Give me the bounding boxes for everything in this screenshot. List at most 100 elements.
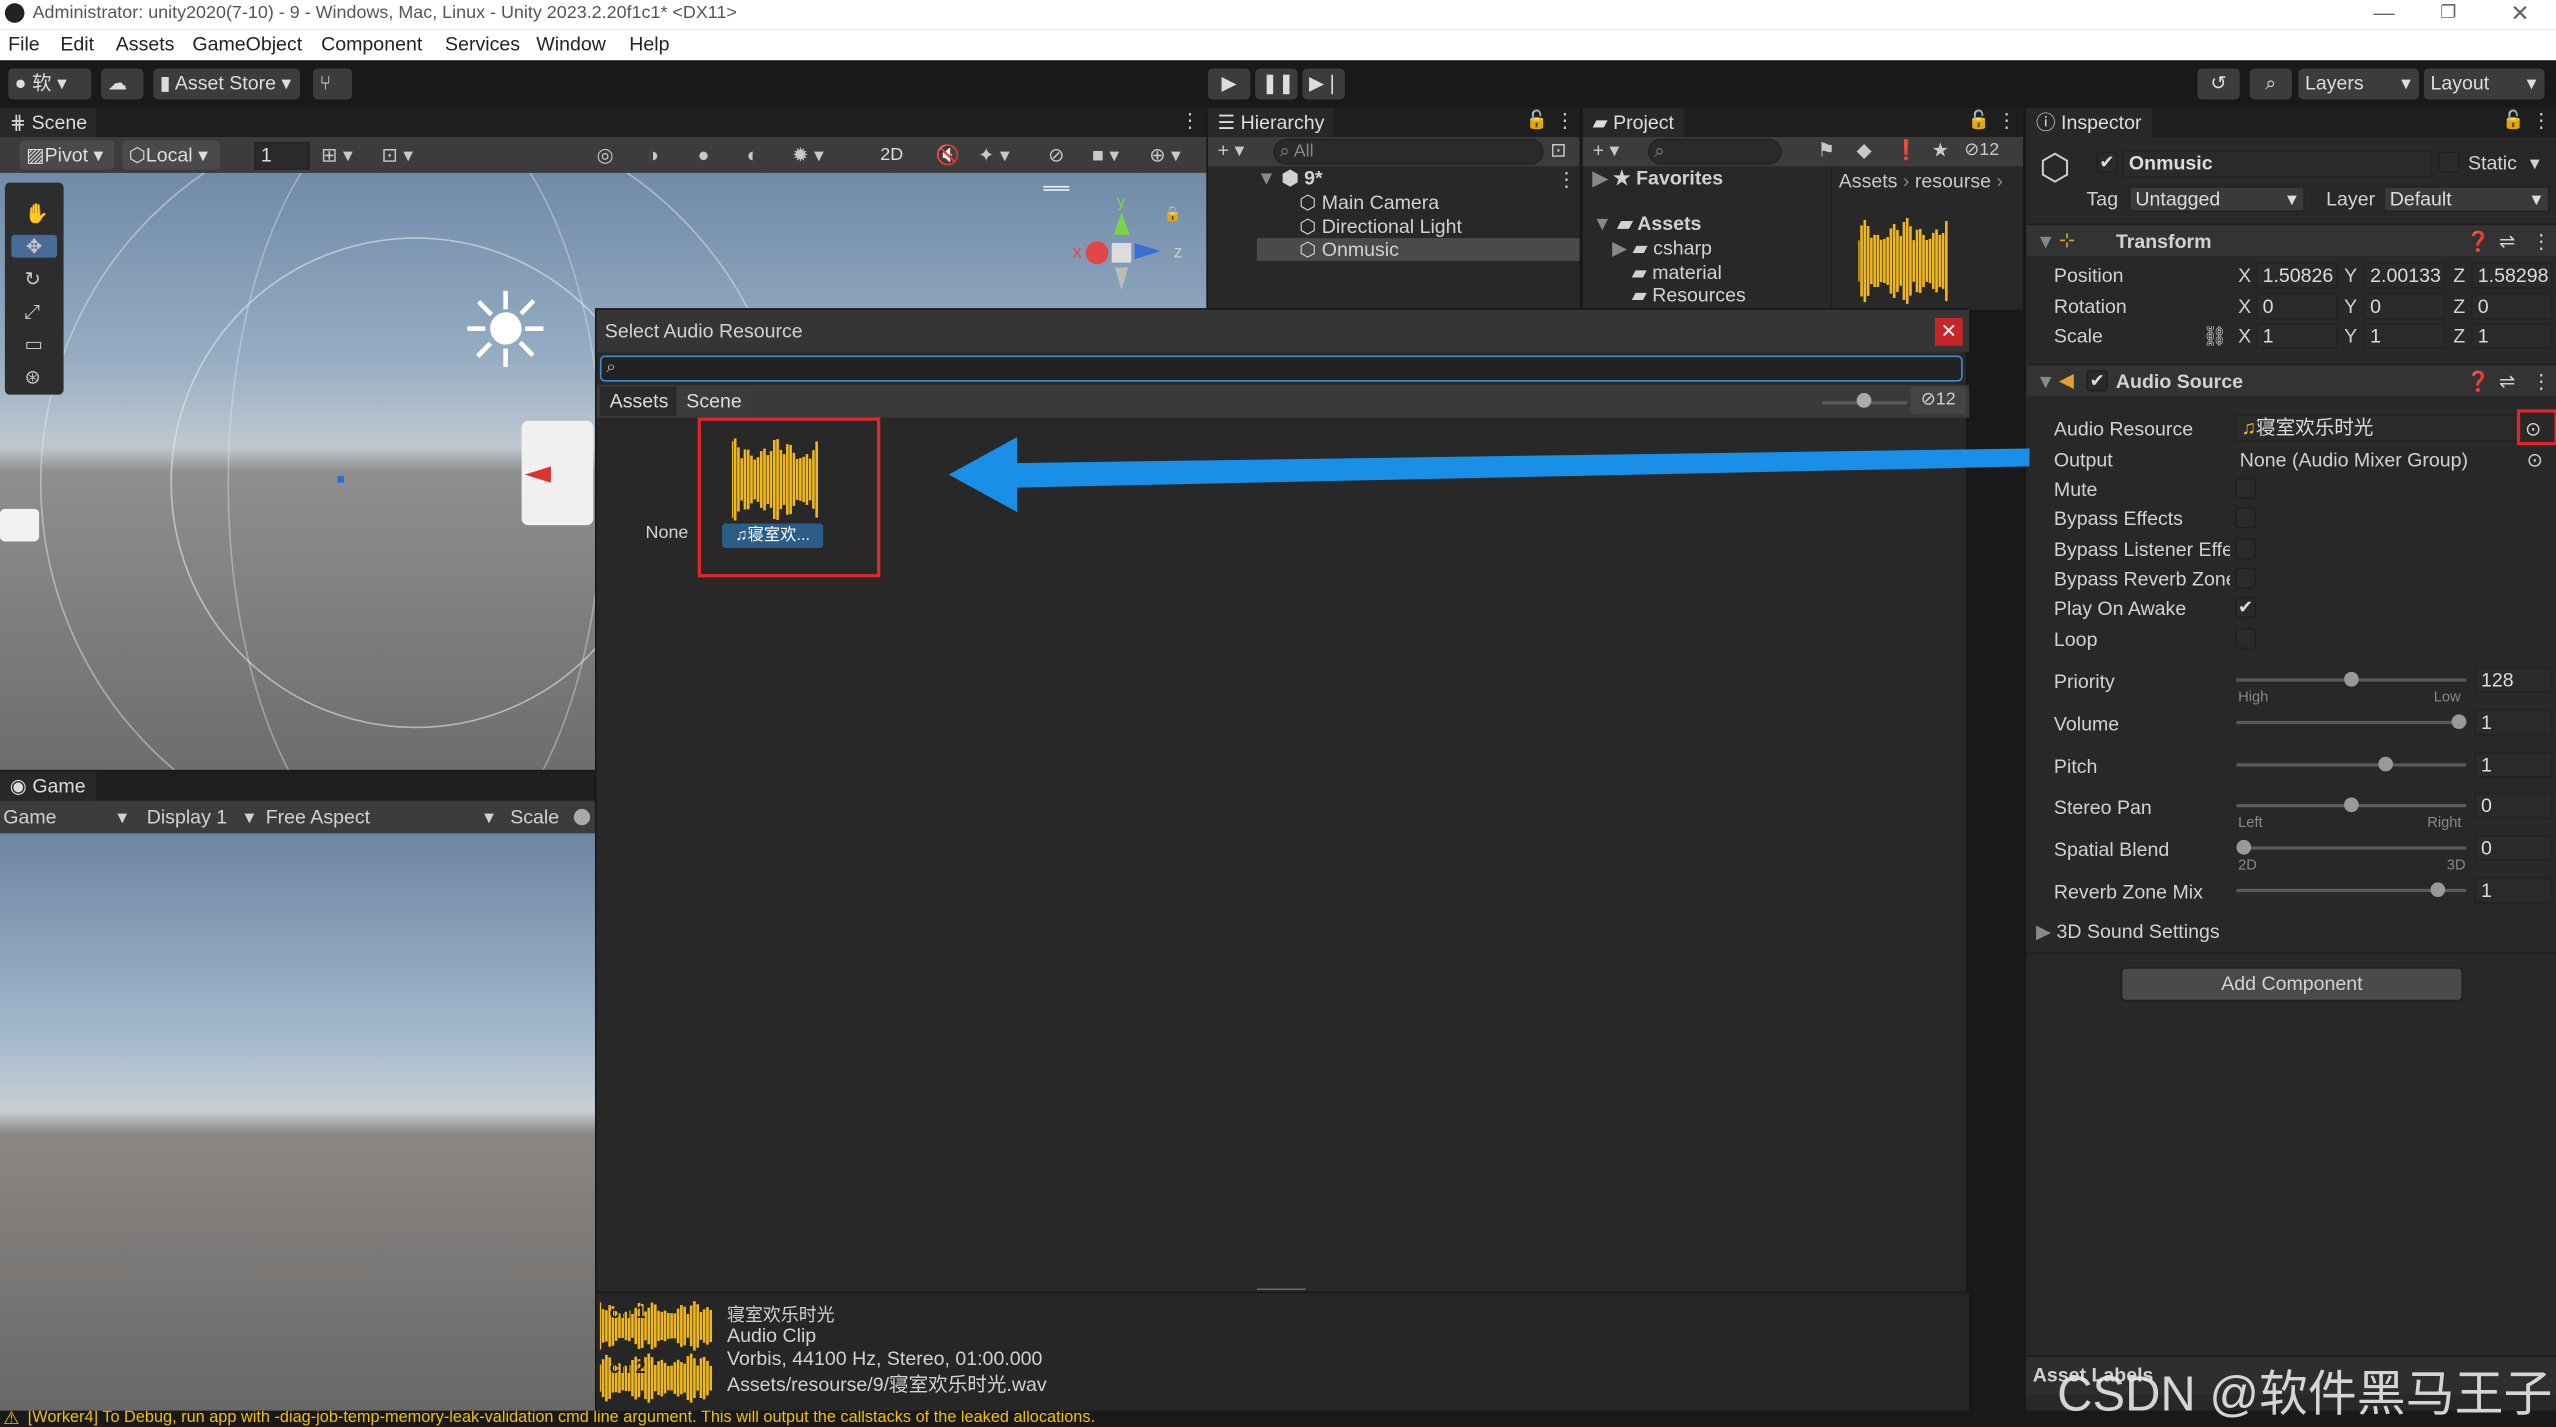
bypass-listener-checkbox[interactable] [2234, 538, 2257, 560]
transform-header[interactable]: ▼ ⊹ Transform ❓ ⇌ ⋮ [2026, 223, 2556, 257]
add-component-button[interactable]: Add Component [2120, 967, 2464, 1002]
project-lock-icon[interactable]: 🔓 [1968, 109, 1990, 131]
priority-slider-knob[interactable] [2344, 671, 2359, 687]
game-viewport[interactable] [0, 833, 595, 1411]
icon-size-knob[interactable] [1856, 393, 1872, 408]
tab-scene[interactable]: ⋕ Scene [0, 107, 97, 137]
scale-z-field[interactable]: 1 [2471, 322, 2553, 350]
gizmo-y-axis-icon[interactable] [1113, 212, 1130, 235]
audio-toggle-icon[interactable]: 🔇 [936, 144, 960, 167]
folder-resources[interactable]: ▰ Resources [1632, 284, 1746, 307]
scale-slider-knob[interactable] [573, 808, 591, 826]
aspect-dropdown[interactable]: Free Aspect ▾ [266, 806, 494, 829]
project-menu-icon[interactable]: ⋮ [1997, 109, 2017, 132]
output-field[interactable]: None (Audio Mixer Group) [2240, 448, 2468, 471]
scale-x-field[interactable]: 1 [2256, 322, 2338, 350]
volume-field[interactable]: 1 [2474, 709, 2553, 736]
menu-window[interactable]: Window [536, 33, 606, 56]
menu-services[interactable]: Services [445, 33, 520, 56]
tag-dropdown[interactable]: Untagged ▾ [2128, 185, 2305, 213]
pitch-field[interactable]: 1 [2474, 751, 2553, 778]
active-checkbox[interactable]: ✔ [2096, 151, 2118, 173]
breadcrumb-resourse[interactable]: resourse [1915, 170, 1991, 193]
local-dropdown[interactable]: ⬡Local ▾ [122, 140, 221, 170]
hierarchy-add-icon[interactable]: + ▾ [1218, 139, 1245, 162]
audio-source-enabled-checkbox[interactable]: ✔ [2086, 370, 2108, 392]
position-y-field[interactable]: 2.00133 [2363, 262, 2446, 289]
grid-snap-icon[interactable]: ⊞ ▾ [321, 144, 353, 167]
shaded-mode-icon[interactable]: ◑ [647, 144, 659, 167]
layer-dropdown[interactable]: Default ▾ [2383, 185, 2550, 213]
bypass-reverb-checkbox[interactable] [2234, 567, 2257, 589]
reverb-zone-mix-field[interactable]: 1 [2474, 877, 2553, 904]
rotate-tool-icon[interactable]: ↻ [24, 267, 40, 290]
reverb-zone-mix-slider-knob[interactable] [2430, 882, 2445, 897]
hierarchy-lock-icon[interactable]: 🔓 [1526, 109, 1548, 131]
stereo-pan-field[interactable]: 0 [2474, 792, 2553, 819]
move-tool-icon[interactable]: ✥ [11, 234, 58, 258]
hidden-objects-icon[interactable]: ⊘ [1048, 144, 1064, 167]
layers-dropdown[interactable]: Layers ▾ [2298, 68, 2420, 100]
spatial-blend-slider-knob[interactable] [2236, 839, 2252, 855]
increment-snap-icon[interactable]: ⊡ ▾ [381, 144, 413, 167]
audio-source-header[interactable]: ▼ ◀ ✔ Audio Source ❓ ⇌ ⋮ [2026, 363, 2556, 397]
dialog-hidden-count[interactable]: ⊘12 [1910, 386, 1966, 415]
history-button[interactable]: ↺ [2197, 68, 2240, 100]
audio-resource-field[interactable]: ♫寝室欢乐时光 [2234, 414, 2519, 442]
asset-store-button[interactable]: ▮ Asset Store ▾ [153, 68, 300, 100]
loop-checkbox[interactable] [2234, 627, 2257, 650]
constrain-proportions-icon[interactable]: ⛓ [2202, 325, 2227, 348]
pause-button[interactable]: ❚❚ [1255, 68, 1298, 100]
audio-clip-item[interactable]: ♫寝室欢... [697, 417, 881, 578]
play-on-awake-checkbox[interactable]: ✔ [2234, 596, 2257, 619]
tab-project[interactable]: ▰ Project [1582, 107, 1684, 137]
spatial-blend-field[interactable]: 0 [2474, 835, 2553, 862]
close-window-button[interactable]: ✕ [2510, 0, 2529, 28]
camera-icon[interactable]: ■ ▾ [1092, 144, 1119, 167]
pivot-dropdown[interactable]: ▨Pivot ▾ [19, 140, 115, 170]
lighting-icon[interactable]: ✹ ▾ [792, 144, 824, 167]
display-dropdown[interactable]: Display 1 ▾ [147, 806, 255, 829]
menu-help[interactable]: Help [629, 33, 669, 56]
search-by-type-icon[interactable]: ⚑ [1818, 139, 1836, 162]
scale-tool-icon[interactable]: ⤢ [24, 300, 40, 323]
folder-csharp[interactable]: ▶ ▰ csharp [1612, 236, 1712, 259]
hierarchy-menu-icon[interactable]: ⋮ [1555, 109, 1575, 132]
gizmo-center-icon[interactable] [1111, 243, 1132, 263]
search-button[interactable]: ⌕ [2249, 68, 2292, 100]
none-option[interactable]: None [646, 524, 689, 544]
position-z-field[interactable]: 1.58298 [2471, 262, 2553, 289]
scale-y-field[interactable]: 1 [2363, 322, 2446, 350]
hierarchy-item-main-camera[interactable]: ⬡ Main Camera [1299, 191, 1439, 214]
menu-gameobject[interactable]: GameObject [192, 33, 302, 56]
gizmo-z-axis-icon[interactable] [1134, 243, 1161, 260]
maximize-button[interactable]: ❐ [2440, 2, 2456, 23]
project-add-icon[interactable]: + ▾ [1593, 139, 1620, 162]
dialog-close-button[interactable]: ✕ [1934, 318, 1963, 346]
play-button[interactable]: ▶ [1207, 68, 1251, 100]
dialog-tab-scene[interactable]: Scene [676, 386, 752, 416]
presets-icon[interactable]: ⇌ [2499, 370, 2515, 393]
output-picker-icon[interactable]: ⊙ [2527, 448, 2543, 471]
step-button[interactable]: ▶❘ [1302, 68, 1345, 100]
priority-field[interactable]: 128 [2474, 667, 2553, 694]
folder-material[interactable]: ▰ material [1632, 261, 1722, 284]
audio-asset-thumbnail[interactable] [1857, 215, 1949, 306]
hierarchy-filter-icon[interactable]: ⊡ [1550, 139, 1566, 162]
tab-inspector[interactable]: ⓘ Inspector [2026, 107, 2152, 137]
account-button[interactable]: ● 软 ▾ [8, 68, 92, 100]
static-dropdown-icon[interactable]: ▾ [2530, 152, 2540, 175]
bypass-effects-checkbox[interactable] [2234, 507, 2257, 529]
rotation-x-field[interactable]: 0 [2256, 293, 2338, 320]
rotation-y-field[interactable]: 0 [2363, 293, 2446, 320]
rotation-z-field[interactable]: 0 [2471, 293, 2553, 320]
grid-size-field[interactable]: 1 [254, 141, 310, 170]
inspector-lock-icon[interactable]: 🔓 [2502, 109, 2524, 131]
rect-tool-icon[interactable]: ▭ [24, 333, 42, 356]
tab-game[interactable]: ◉ Game [0, 771, 96, 801]
volume-slider-knob[interactable] [2451, 714, 2467, 730]
game-dropdown[interactable]: Game ▾ [3, 806, 127, 829]
hand-tool-icon[interactable]: ✋ [24, 202, 48, 225]
pitch-slider-knob[interactable] [2378, 756, 2394, 772]
orientation-gizmo[interactable]: y x z 🔒 [1069, 192, 1193, 306]
